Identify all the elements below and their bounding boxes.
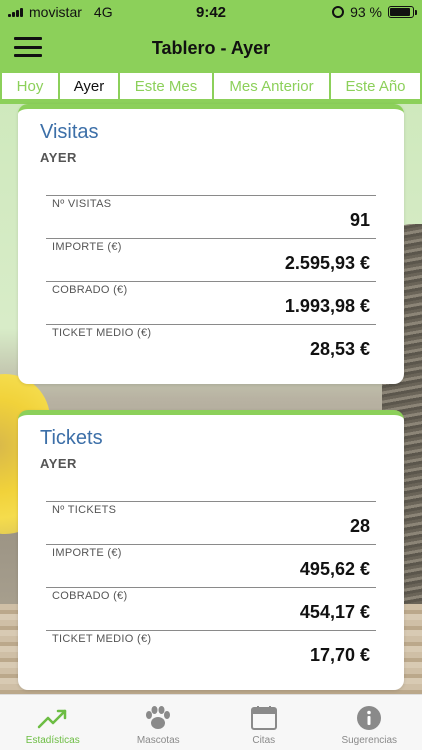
tab-ayer[interactable]: Ayer: [59, 72, 119, 100]
battery-percent: 93 %: [350, 4, 382, 20]
metric-label: Nº VISITAS: [52, 198, 112, 210]
metric-value: 91: [349, 210, 370, 230]
metric-row: IMPORTE (€) 495,62 €: [46, 544, 376, 587]
tabbar-item-estadisticas[interactable]: Estadísticas: [0, 695, 106, 750]
status-bar: movistar 4G 9:42 93 %: [0, 0, 422, 24]
tickets-title: Tickets: [40, 427, 103, 449]
segmented-tabs: Hoy Ayer Este Mes Mes Anterior Este Año: [0, 70, 422, 104]
metric-row: Nº VISITAS 91: [46, 195, 376, 238]
status-right: 93 %: [332, 4, 417, 20]
tab-este-mes[interactable]: Este Mes: [119, 72, 213, 100]
metric-value: 28: [349, 516, 370, 536]
info-icon: [357, 706, 382, 730]
metric-value: 1.993,98 €: [284, 296, 370, 316]
metric-value: 495,62 €: [299, 559, 370, 579]
tickets-card: Tickets AYER Nº TICKETS 28 IMPORTE (€) 4…: [18, 410, 404, 690]
metric-value: 17,70 €: [309, 645, 370, 665]
tabbar-label: Estadísticas: [25, 735, 80, 746]
alarm-icon: [332, 6, 345, 18]
tab-mes-anterior[interactable]: Mes Anterior: [213, 72, 330, 100]
metric-label: COBRADO (€): [52, 284, 128, 296]
metric-label: Nº TICKETS: [52, 504, 117, 516]
metric-label: COBRADO (€): [52, 590, 128, 602]
battery-icon: [388, 6, 417, 18]
tabbar-label: Sugerencias: [341, 735, 398, 746]
bottom-tab-bar: Estadísticas Mascotas Citas Sugerencias: [0, 694, 422, 750]
visitas-card: Visitas AYER Nº VISITAS 91 IMPORTE (€) 2…: [18, 104, 404, 384]
metric-label: TICKET MEDIO (€): [52, 327, 152, 339]
page-title: Tablero - Ayer: [151, 38, 271, 58]
metric-row: IMPORTE (€) 2.595,93 €: [46, 238, 376, 281]
metric-value: 454,17 €: [299, 602, 370, 622]
metric-value: 28,53 €: [309, 339, 370, 359]
nav-bar: Tablero - Ayer: [0, 24, 422, 70]
tabbar-item-mascotas[interactable]: Mascotas: [106, 695, 212, 750]
tabbar-label: Citas: [252, 735, 276, 746]
metric-value: 2.595,93 €: [284, 253, 370, 273]
visitas-subtitle: AYER: [40, 150, 77, 165]
metric-label: IMPORTE (€): [52, 547, 122, 559]
visitas-title: Visitas: [40, 121, 99, 143]
calendar-icon: [250, 706, 277, 730]
metric-row: Nº TICKETS 28: [46, 501, 376, 544]
metric-label: TICKET MEDIO (€): [52, 633, 152, 645]
metric-row: TICKET MEDIO (€) 28,53 €: [46, 324, 376, 367]
tab-este-ano[interactable]: Este Año: [330, 72, 421, 100]
tickets-subtitle: AYER: [40, 456, 77, 471]
paw-icon: [146, 706, 171, 729]
metric-row: TICKET MEDIO (€) 17,70 €: [46, 630, 376, 673]
tabbar-item-sugerencias[interactable]: Sugerencias: [317, 695, 422, 750]
metric-row: COBRADO (€) 1.993,98 €: [46, 281, 376, 324]
tabbar-item-citas[interactable]: Citas: [211, 695, 317, 750]
metric-label: IMPORTE (€): [52, 241, 122, 253]
tab-hoy[interactable]: Hoy: [1, 72, 59, 100]
tabbar-label: Mascotas: [136, 735, 180, 746]
metric-row: COBRADO (€) 454,17 €: [46, 587, 376, 630]
trending-up-icon: [37, 709, 66, 729]
